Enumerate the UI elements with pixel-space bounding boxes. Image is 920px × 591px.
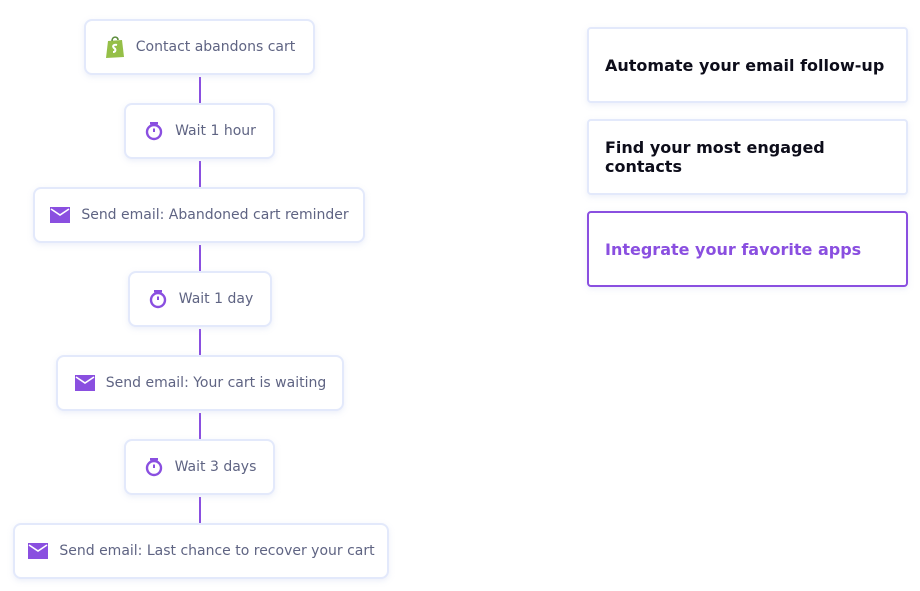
feature-tab-automate[interactable]: Automate your email follow-up [587,27,908,103]
workflow-step-wait[interactable]: Wait 3 days [124,439,275,495]
workflow-step-email[interactable]: Send email: Your cart is waiting [56,355,344,411]
feature-tab-engaged-contacts[interactable]: Find your most engaged contacts [587,119,908,195]
step-label: Wait 1 hour [175,123,256,139]
workflow-step-wait[interactable]: Wait 1 hour [124,103,275,159]
feature-label: Find your most engaged contacts [605,138,825,176]
workflow-step-wait[interactable]: Wait 1 day [128,271,272,327]
workflow-step-email[interactable]: Send email: Last chance to recover your … [13,523,389,579]
connector-line [199,497,201,525]
feature-tab-integrate-apps[interactable]: Integrate your favorite apps [587,211,908,287]
envelope-icon [27,540,49,562]
step-label: Send email: Abandoned cart reminder [81,207,349,223]
connector-line [199,245,201,273]
envelope-icon [49,204,71,226]
step-label: Send email: Last chance to recover your … [59,543,375,559]
stopwatch-icon [143,456,165,478]
step-label: Contact abandons cart [135,39,296,55]
workflow-step-trigger[interactable]: Contact abandons cart [84,19,315,75]
connector-line [199,77,201,105]
step-label: Send email: Your cart is waiting [105,375,327,391]
step-label: Wait 1 day [178,291,254,307]
connector-line [199,413,201,441]
workflow-step-email[interactable]: Send email: Abandoned cart reminder [33,187,365,243]
feature-label: Automate your email follow-up [605,55,885,75]
envelope-icon [74,372,96,394]
connector-line [199,329,201,357]
stopwatch-icon [147,288,169,310]
step-label: Wait 3 days [174,459,257,475]
feature-label: Integrate your favorite apps [605,239,862,259]
shopify-icon [104,36,126,58]
connector-line [199,161,201,189]
stopwatch-icon [143,120,165,142]
